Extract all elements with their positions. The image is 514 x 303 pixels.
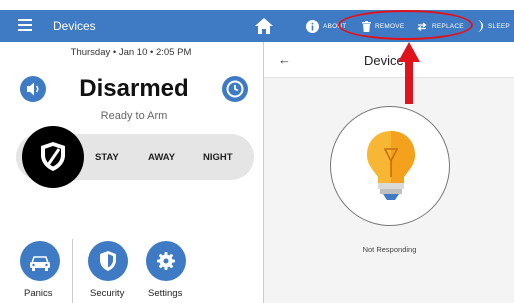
clock-button[interactable]	[222, 76, 248, 102]
annotation-ellipse	[338, 10, 473, 40]
date-time: Thursday • Jan 10 • 2:05 PM	[70, 47, 192, 58]
sleep-label: SLEEP	[488, 22, 510, 30]
menu-button[interactable]	[18, 19, 32, 31]
clock-icon	[226, 80, 244, 98]
stay-button[interactable]: STAY	[95, 152, 119, 163]
arrow-left-icon: ←	[278, 52, 291, 67]
settings-label: Settings	[148, 288, 183, 299]
device-tile[interactable]	[330, 106, 450, 226]
panics-button[interactable]	[20, 241, 60, 281]
panics-label: Panics	[24, 288, 53, 299]
away-button[interactable]: AWAY	[148, 152, 175, 163]
settings-button[interactable]	[146, 241, 186, 281]
sleep-button[interactable]: SLEEP	[476, 18, 510, 34]
shield-icon	[100, 251, 116, 271]
arm-status-subtitle: Ready to Arm	[100, 110, 168, 122]
page-title: Devices	[53, 19, 96, 33]
home-icon	[255, 18, 273, 34]
moon-icon	[477, 20, 483, 32]
device-header: ← Device	[264, 42, 514, 78]
info-icon	[306, 19, 319, 33]
device-status: Not Responding	[362, 245, 417, 254]
back-button[interactable]: ←	[278, 52, 291, 67]
night-button[interactable]: NIGHT	[203, 152, 233, 163]
security-panel: Thursday • Jan 10 • 2:05 PM Disarmed Rea…	[0, 42, 262, 303]
shield-icon	[41, 142, 65, 171]
device-panel: ← Device Not Responding	[263, 42, 514, 303]
gear-icon	[157, 252, 175, 270]
lightbulb-icon	[367, 131, 415, 200]
annotation-arrow-icon	[398, 42, 420, 104]
disarm-button[interactable]	[22, 126, 84, 188]
car-icon	[30, 256, 50, 271]
security-button[interactable]	[88, 241, 128, 281]
home-button[interactable]	[254, 16, 274, 36]
security-label: Security	[90, 288, 125, 299]
divider	[72, 239, 73, 303]
